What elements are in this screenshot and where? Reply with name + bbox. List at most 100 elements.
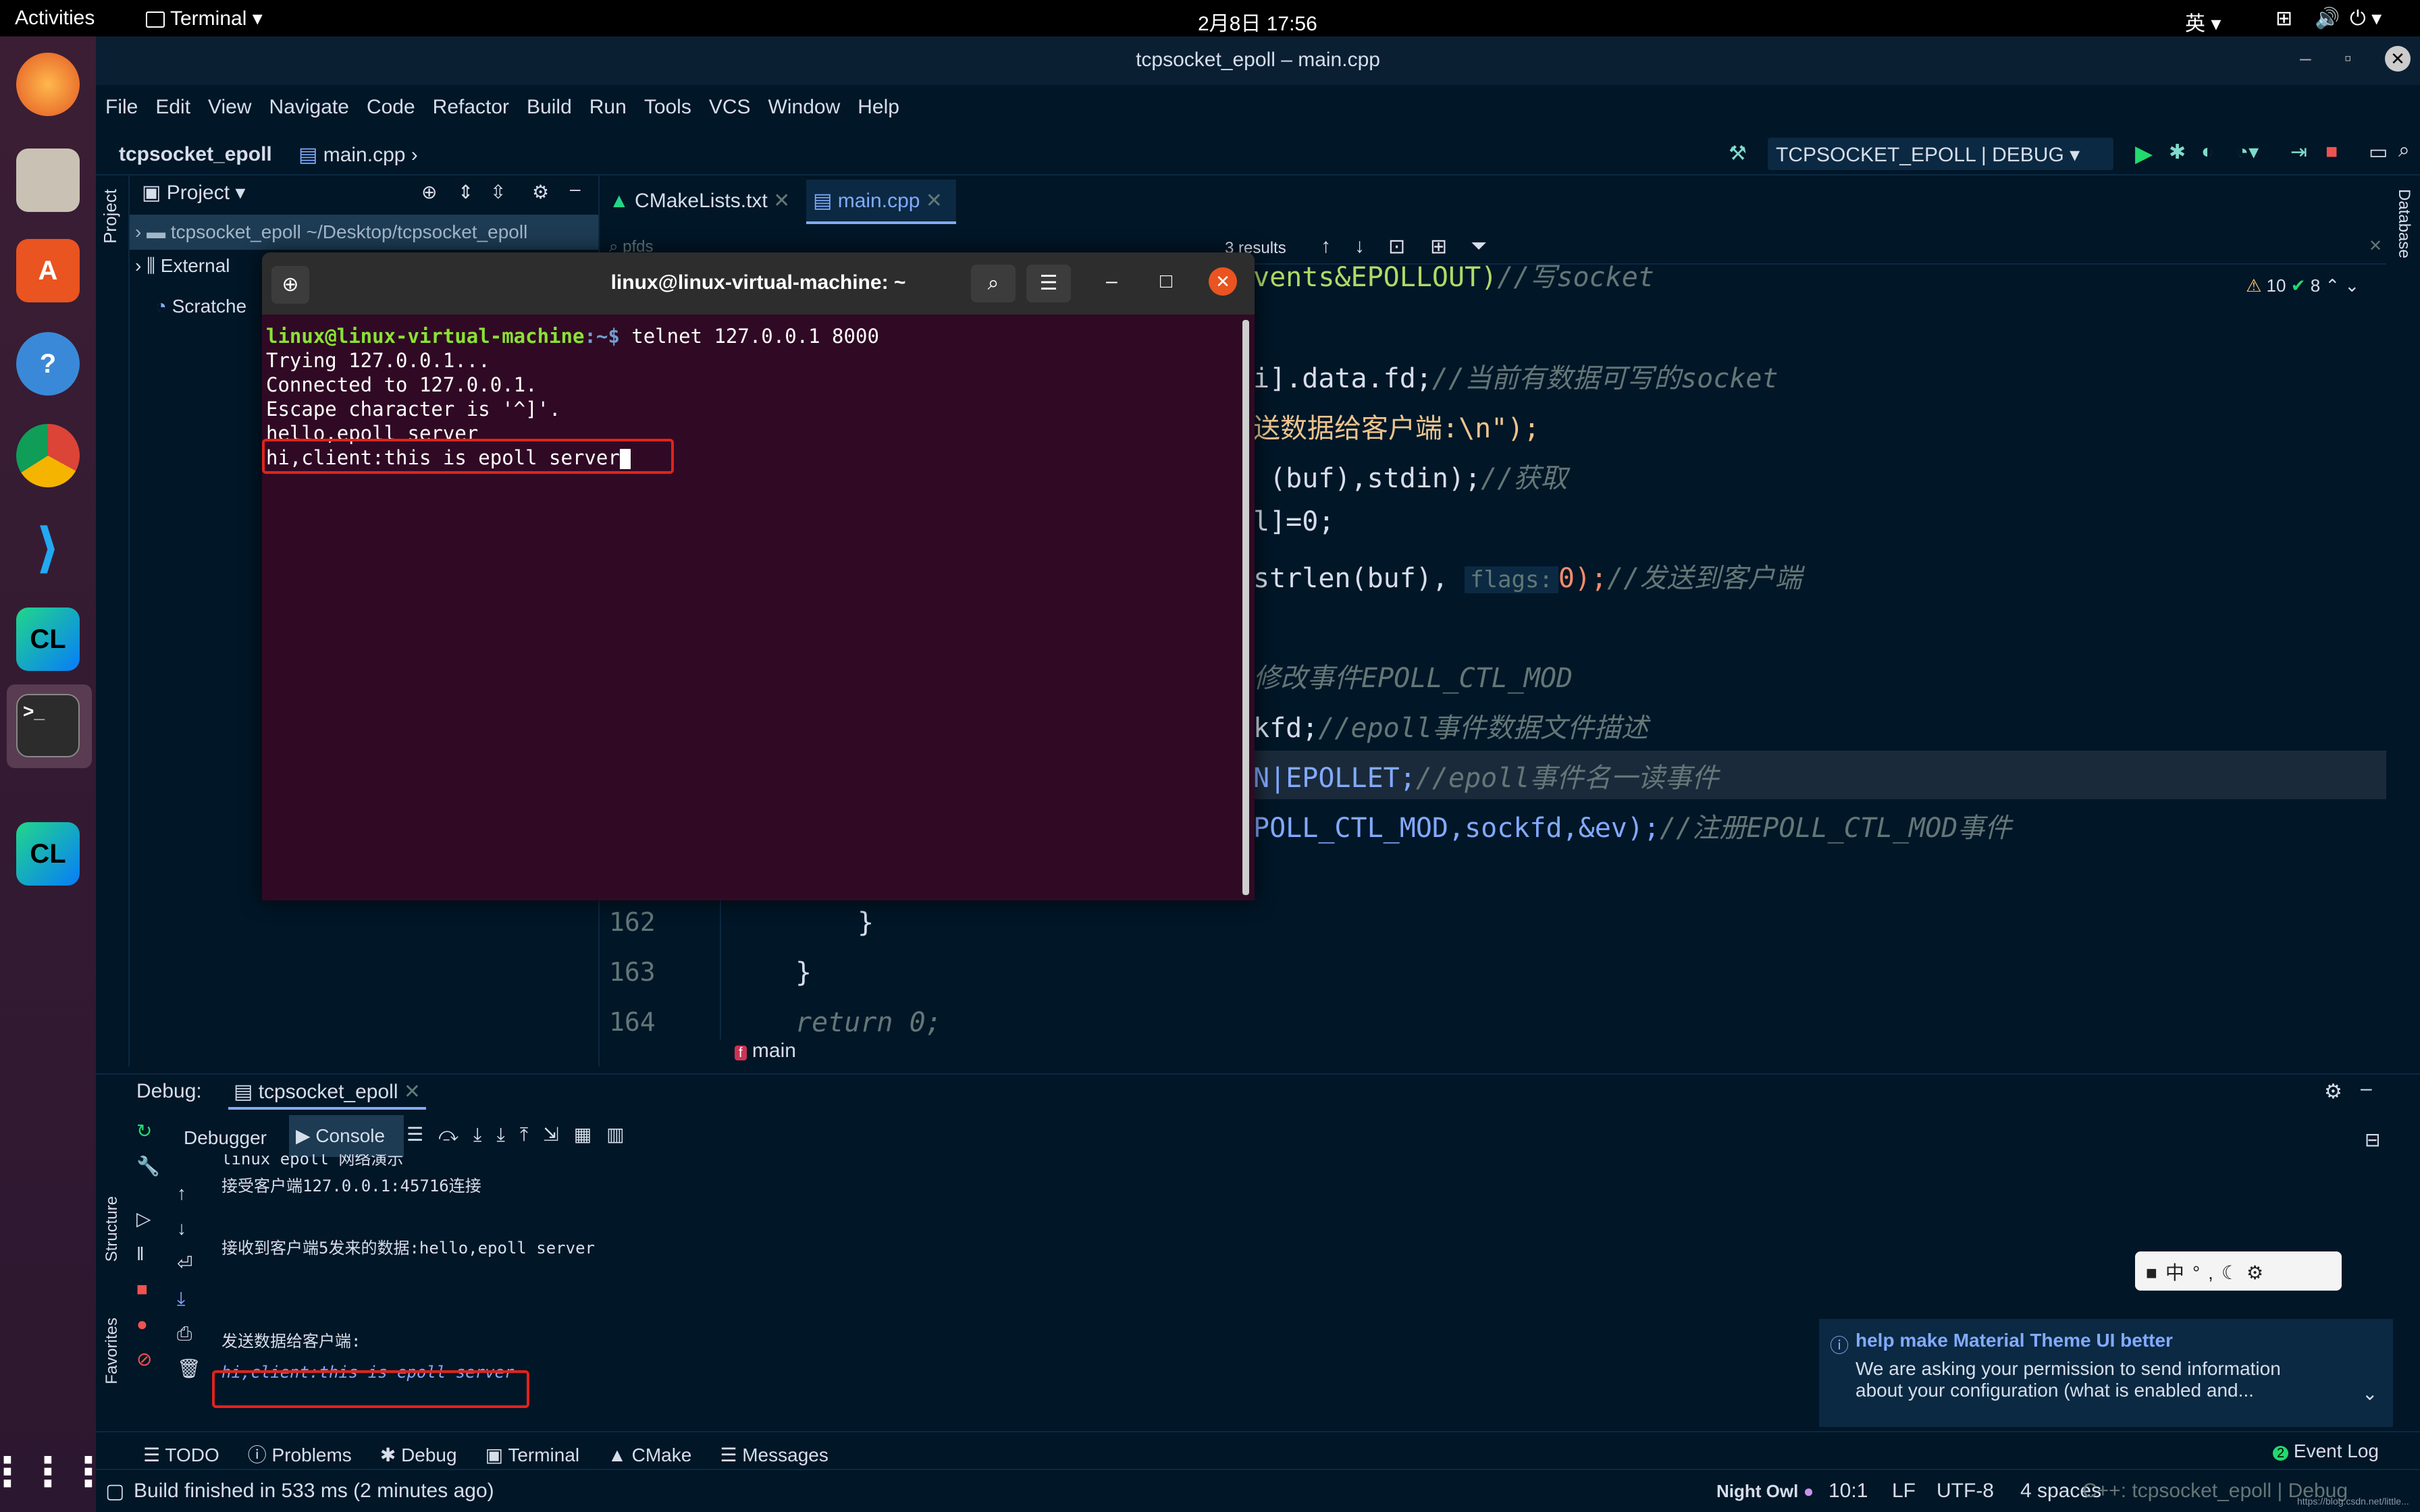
- vscode-icon[interactable]: ⟩: [16, 516, 80, 579]
- status-toggle-icon[interactable]: ▢: [105, 1480, 124, 1503]
- debug-session-tab[interactable]: ▤ tcpsocket_epoll ✕: [228, 1076, 426, 1110]
- run-config-selector[interactable]: TCPSOCKET_EPOLL | DEBUG ▾: [1768, 138, 2113, 170]
- terminal-icon[interactable]: >_: [16, 694, 80, 757]
- inspection-widget[interactable]: ⚠ 10 ✔ 8 ⌃ ⌄: [2246, 275, 2359, 296]
- structure-tool-button[interactable]: Structure: [103, 1196, 122, 1262]
- locate-icon[interactable]: ⊕: [421, 181, 437, 203]
- prev-result-icon[interactable]: ↑: [1321, 235, 1331, 258]
- menu-item[interactable]: Code: [367, 96, 415, 118]
- files-icon[interactable]: [16, 148, 80, 212]
- close-button[interactable]: ✕: [2385, 46, 2411, 72]
- menu-item[interactable]: Build: [527, 96, 572, 118]
- evaluate-icon[interactable]: ▦: [574, 1124, 606, 1145]
- layout-icon[interactable]: ▭: [2369, 140, 2388, 164]
- trace-icon[interactable]: ▥: [606, 1124, 639, 1145]
- rerun-icon[interactable]: ↻: [136, 1114, 163, 1149]
- step-out-icon[interactable]: ⤒: [520, 1124, 543, 1145]
- run-icon[interactable]: ▶: [2135, 140, 2153, 167]
- terminal-output[interactable]: linux@linux-virtual-machine:~$ telnet 12…: [262, 315, 1255, 900]
- stop-icon[interactable]: ■: [2325, 140, 2338, 163]
- terminal-close-button[interactable]: ✕: [1209, 267, 1237, 296]
- print-icon[interactable]: ⎙: [177, 1316, 204, 1351]
- coverage-icon[interactable]: ◐: [2201, 140, 2213, 163]
- project-tool-window-button[interactable]: Project: [100, 189, 121, 244]
- settings-gear-icon[interactable]: ⚙: [532, 181, 549, 203]
- menu-item[interactable]: Run: [589, 96, 627, 118]
- debug-hide-icon[interactable]: –: [2361, 1077, 2372, 1100]
- soft-wrap-icon[interactable]: ⏎: [177, 1246, 204, 1281]
- menu-icon[interactable]: ☰: [406, 1124, 438, 1145]
- next-result-icon[interactable]: ↓: [1354, 235, 1365, 258]
- menu-item[interactable]: View: [208, 96, 251, 118]
- file-encoding[interactable]: UTF-8: [1937, 1480, 1994, 1503]
- collapse-all-icon[interactable]: ⇳: [490, 181, 506, 203]
- volume-icon[interactable]: 🔊: [2315, 7, 2340, 30]
- build-hammer-icon[interactable]: ⚒: [1729, 142, 1747, 165]
- close-find-icon[interactable]: ✕: [2369, 236, 2382, 256]
- power-icon[interactable]: ⏻ ▾: [2350, 7, 2382, 30]
- resume-icon[interactable]: ▷: [136, 1202, 163, 1237]
- tab-cmakelists[interactable]: ▲ CMakeLists.txt ✕: [609, 189, 790, 213]
- mute-breakpoints-icon[interactable]: ⊘: [136, 1342, 163, 1377]
- breadcrumb-project[interactable]: tcpsocket_epoll: [119, 143, 272, 166]
- clion-icon-2[interactable]: CL: [16, 822, 80, 886]
- scroll-up-icon[interactable]: ↑: [177, 1176, 204, 1211]
- layout-settings-icon[interactable]: ⊟: [2365, 1129, 2380, 1151]
- terminal-app-menu[interactable]: Terminal ▾: [146, 7, 263, 30]
- menu-item[interactable]: File: [105, 96, 138, 118]
- ime-toolbar[interactable]: ■中°,☾⚙: [2135, 1251, 2342, 1291]
- firefox-icon[interactable]: [16, 53, 80, 116]
- menu-item[interactable]: Help: [858, 96, 899, 118]
- chrome-icon[interactable]: [16, 424, 80, 487]
- force-step-into-icon[interactable]: ⤓: [496, 1124, 519, 1145]
- search-everywhere-icon[interactable]: ⌕: [2398, 139, 2410, 162]
- filter-icon[interactable]: ⏷: [1471, 235, 1487, 258]
- stop-debug-icon[interactable]: ■: [136, 1272, 163, 1307]
- breadcrumb-file[interactable]: ▤ main.cpp ›: [298, 143, 418, 167]
- debug-settings-icon[interactable]: ⚙: [2324, 1080, 2342, 1104]
- clear-icon[interactable]: 🗑: [177, 1351, 204, 1386]
- bottom-tab[interactable]: ▣ Terminal: [485, 1444, 580, 1465]
- scroll-down-icon[interactable]: ↓: [177, 1211, 204, 1246]
- tab-main-cpp[interactable]: ▤ main.cpp ✕: [806, 180, 956, 224]
- maximize-button[interactable]: ▫: [2344, 47, 2352, 70]
- step-into-icon[interactable]: ⤓: [473, 1124, 496, 1145]
- event-log-button[interactable]: 2 Event Log: [2273, 1440, 2379, 1462]
- debug-icon[interactable]: ✱: [2169, 140, 2186, 164]
- database-tool-window-button[interactable]: Database: [2394, 189, 2413, 259]
- terminal-maximize-button[interactable]: □: [1160, 270, 1172, 293]
- step-over-icon[interactable]: ⤼: [438, 1124, 473, 1145]
- bottom-tab[interactable]: ⓘ Problems: [248, 1444, 352, 1465]
- breakpoints-icon[interactable]: ●: [136, 1307, 163, 1342]
- pause-icon[interactable]: ‖: [136, 1237, 163, 1272]
- minimize-button[interactable]: –: [2300, 47, 2311, 70]
- menu-item[interactable]: VCS: [709, 96, 751, 118]
- show-apps-icon[interactable]: ⋮⋮⋮: [0, 1440, 109, 1504]
- attach-icon[interactable]: ⇥: [2290, 140, 2307, 164]
- bottom-tab[interactable]: ▲ CMake: [608, 1444, 691, 1465]
- cursor-position[interactable]: 10:1: [1829, 1480, 1868, 1503]
- terminal-search-icon[interactable]: ⌕: [971, 265, 1016, 302]
- profile-icon[interactable]: ◔▾: [2236, 140, 2259, 164]
- theme-indicator[interactable]: Night Owl ●: [1716, 1481, 1814, 1502]
- notification-popup[interactable]: help make Material Theme UI better ⓘ We …: [1819, 1319, 2393, 1427]
- tree-item-root[interactable]: › ▬ tcpsocket_epoll ~/Desktop/tcpsocket_…: [130, 215, 598, 250]
- activities-button[interactable]: Activities: [15, 7, 95, 30]
- tree-item-external-libraries[interactable]: › ⫼ External: [135, 255, 230, 277]
- software-center-icon[interactable]: A: [16, 239, 80, 302]
- project-view-selector[interactable]: ▣ Project ▾: [142, 181, 245, 205]
- menu-item[interactable]: Navigate: [269, 96, 349, 118]
- console-output[interactable]: linux epoll 网络演示 接受客户端127.0.0.1:45716连接 …: [221, 1154, 595, 1388]
- clock[interactable]: 2月8日 17:56: [1198, 7, 1317, 36]
- tab-console[interactable]: ▶ Console: [289, 1115, 404, 1157]
- help-icon[interactable]: ?: [16, 332, 80, 396]
- status-message[interactable]: Build finished in 533 ms (2 minutes ago): [134, 1480, 494, 1503]
- expand-all-icon[interactable]: ⇕: [458, 181, 473, 203]
- wrench-icon[interactable]: 🔧: [136, 1149, 163, 1184]
- menu-item[interactable]: Tools: [644, 96, 691, 118]
- menu-item[interactable]: Refactor: [433, 96, 509, 118]
- menu-item[interactable]: Window: [768, 96, 841, 118]
- favorites-tool-button[interactable]: Favorites: [103, 1318, 122, 1384]
- terminal-minimize-button[interactable]: –: [1106, 270, 1117, 293]
- network-icon[interactable]: ⊞: [2276, 7, 2292, 30]
